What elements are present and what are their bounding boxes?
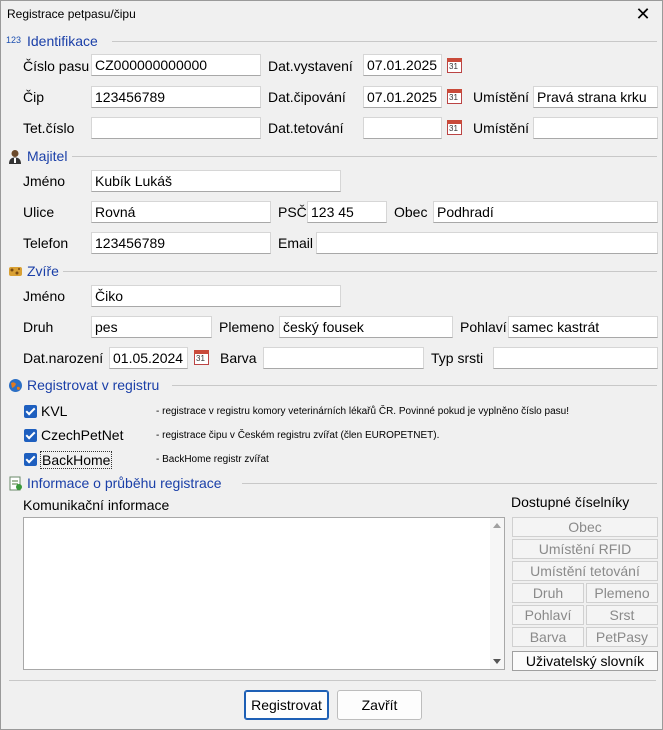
section-prubeh: Informace o průběhu registrace: [6, 474, 657, 494]
dat-tetovani-label: Dat.tetování: [268, 120, 344, 136]
title-bar: Registrace petpasu/čipu ✕: [1, 1, 662, 29]
section-zvire: Zvíře: [6, 262, 657, 282]
umisteni-cipu-input[interactable]: Pravá strana krku: [533, 86, 658, 108]
pohlavi-label: Pohlaví: [460, 319, 507, 335]
backhome-note: - BackHome registr zvířat: [156, 454, 269, 465]
typ-srsti-label: Typ srsti: [431, 350, 484, 366]
telefon-label: Telefon: [23, 235, 69, 251]
cip-label: Čip: [23, 89, 45, 105]
ciselnik-druh-button[interactable]: Druh: [512, 583, 584, 603]
footer-divider: [9, 680, 656, 681]
animal-icon: [8, 264, 23, 279]
section-divider: [63, 271, 657, 272]
umisteni-tetovani-label: Umístění: [473, 120, 530, 136]
umisteni-cipu-label: Umístění: [473, 89, 530, 105]
backhome-checkbox[interactable]: [24, 453, 37, 466]
email-input[interactable]: [316, 232, 658, 254]
psc-label: PSČ: [278, 204, 307, 220]
telefon-input[interactable]: 123456789: [91, 232, 271, 254]
obec-input[interactable]: Podhradí: [433, 201, 658, 223]
ciselnik-barva-button[interactable]: Barva: [512, 627, 584, 647]
ciselnik-pohlavi-button[interactable]: Pohlaví: [512, 605, 584, 625]
calendar-icon[interactable]: 31: [447, 57, 463, 74]
umisteni-tetovani-input[interactable]: [533, 117, 658, 139]
plemeno-label: Plemeno: [219, 319, 275, 335]
section-title-zvire: Zvíře: [27, 263, 59, 279]
dat-cipovani-label: Dat.čipování: [268, 89, 346, 105]
section-divider: [242, 483, 657, 484]
ciselnik-umisteni-tetovani-button[interactable]: Umístění tetování: [512, 561, 658, 581]
komunikace-textarea[interactable]: [23, 517, 505, 670]
komunikace-label: Komunikační informace: [23, 497, 170, 513]
czechpetnet-note: - registrace čipu v Českém registru zvíř…: [156, 430, 440, 441]
calendar-icon[interactable]: 31: [194, 349, 210, 366]
czechpetnet-label[interactable]: CzechPetNet: [41, 427, 123, 443]
plemeno-input[interactable]: český fousek: [279, 316, 453, 338]
window-title: Registrace petpasu/čipu: [7, 7, 136, 21]
scroll-up-icon[interactable]: [493, 523, 501, 528]
dat-vystaveni-input[interactable]: 07.01.2025: [363, 54, 442, 76]
cip-input[interactable]: 123456789: [91, 86, 261, 108]
dialog-window: Registrace petpasu/čipu ✕ 123 Identifika…: [0, 0, 663, 730]
zvire-jmeno-label: Jméno: [23, 288, 66, 304]
section-divider: [112, 41, 657, 42]
section-majitel: Majitel: [6, 147, 657, 167]
zavrit-button[interactable]: Zavřít: [337, 690, 422, 720]
tet-cislo-label: Tet.číslo: [23, 120, 75, 136]
dat-narozeni-input[interactable]: 01.05.2024: [109, 347, 188, 369]
cislo-pasu-label: Číslo pasu: [23, 58, 90, 74]
ciselnik-plemeno-button[interactable]: Plemeno: [586, 583, 658, 603]
ciselnik-srst-button[interactable]: Srst: [586, 605, 658, 625]
dat-cipovani-input[interactable]: 07.01.2025: [363, 86, 442, 108]
druh-label: Druh: [23, 319, 54, 335]
uzivatelsky-slovnik-button[interactable]: Uživatelský slovník: [512, 651, 658, 671]
kvl-checkbox[interactable]: [24, 405, 37, 418]
ciselnik-obec-button[interactable]: Obec: [512, 517, 658, 537]
globe-icon: [8, 378, 23, 393]
section-title-registr: Registrovat v registru: [27, 377, 160, 393]
email-label: Email: [278, 235, 314, 251]
section-divider: [72, 156, 657, 157]
ulice-label: Ulice: [23, 204, 55, 220]
dat-vystaveni-label: Dat.vystavení: [268, 58, 353, 74]
majitel-jmeno-label: Jméno: [23, 173, 66, 189]
obec-label: Obec: [394, 204, 428, 220]
section-divider: [172, 385, 657, 386]
tet-cislo-input[interactable]: [91, 117, 261, 139]
majitel-jmeno-input[interactable]: Kubík Lukáš: [91, 170, 341, 192]
section-title-identifikace: Identifikace: [27, 33, 98, 49]
cislo-pasu-input[interactable]: CZ000000000000: [91, 54, 261, 76]
pohlavi-input[interactable]: samec kastrát: [508, 316, 658, 338]
ciselnik-petpasy-button[interactable]: PetPasy: [586, 627, 658, 647]
registrovat-button[interactable]: Registrovat: [244, 690, 329, 720]
ciselnik-umisteni-rfid-button[interactable]: Umístění RFID: [512, 539, 658, 559]
section-title-prubeh: Informace o průběhu registrace: [27, 475, 222, 491]
kvl-label[interactable]: KVL: [41, 403, 67, 419]
calendar-icon[interactable]: 31: [447, 119, 463, 136]
scrollbar[interactable]: [490, 518, 504, 669]
czechpetnet-checkbox[interactable]: [24, 429, 37, 442]
ciselniky-label: Dostupné číselníky: [511, 494, 630, 510]
scroll-down-icon[interactable]: [493, 659, 501, 664]
ulice-input[interactable]: Rovná: [91, 201, 271, 223]
kvl-note: - registrace v registru komory veterinár…: [156, 406, 569, 417]
section-identifikace: 123 Identifikace: [6, 32, 657, 52]
druh-input[interactable]: pes: [91, 316, 212, 338]
zvire-jmeno-input[interactable]: Čiko: [91, 285, 341, 307]
dat-tetovani-input[interactable]: [363, 117, 442, 139]
barva-label: Barva: [220, 350, 257, 366]
person-icon: [8, 149, 23, 164]
section-registr: Registrovat v registru: [6, 376, 657, 396]
typ-srsti-input[interactable]: [493, 347, 658, 369]
barva-input[interactable]: [263, 347, 424, 369]
close-icon[interactable]: ✕: [632, 3, 654, 25]
numbers-icon: 123: [6, 35, 22, 45]
psc-input[interactable]: 123 45: [307, 201, 387, 223]
dat-narozeni-label: Dat.narození: [23, 350, 104, 366]
backhome-label[interactable]: BackHome: [40, 451, 113, 469]
document-icon: [8, 476, 23, 491]
calendar-icon[interactable]: 31: [447, 88, 463, 105]
section-title-majitel: Majitel: [27, 148, 68, 164]
